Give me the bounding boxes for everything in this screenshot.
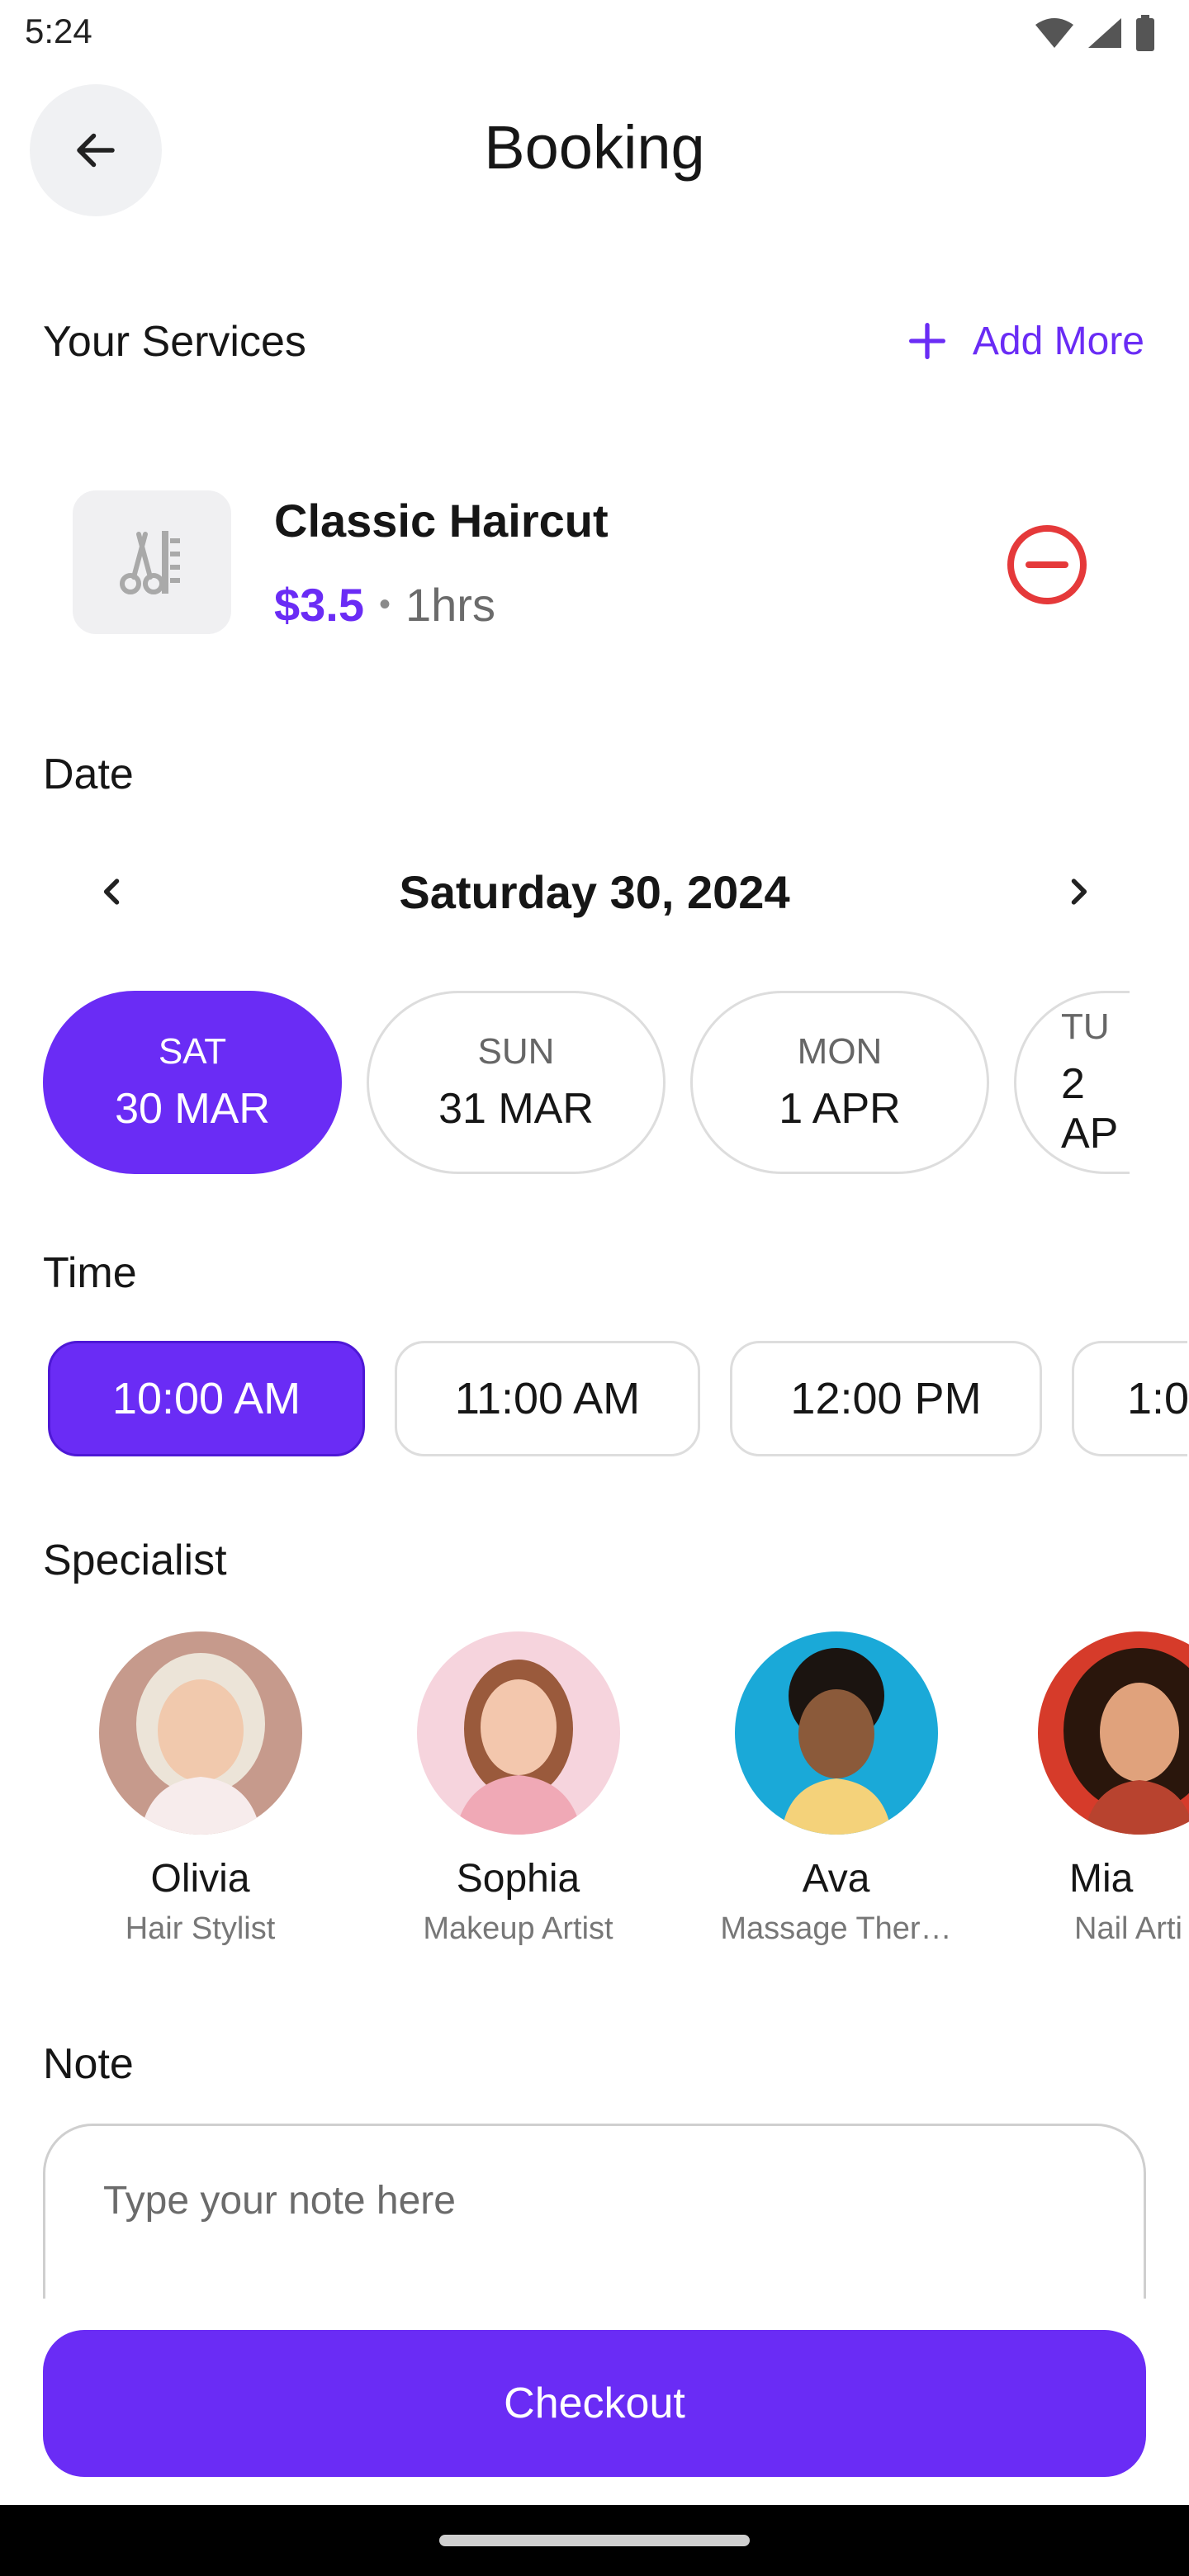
day-of-week: MON <box>797 1031 883 1072</box>
avatar <box>1038 1631 1189 1835</box>
day-chip[interactable]: MON 1 APR <box>690 991 989 1174</box>
service-duration: 1hrs <box>405 579 495 631</box>
specialist-role: Nail Arti <box>1074 1911 1182 1946</box>
day-date: 31 MAR <box>438 1085 594 1133</box>
day-chip[interactable]: SUN 31 MAR <box>367 991 666 1174</box>
add-more-button[interactable]: Add More <box>903 317 1144 365</box>
specialist-name: Ava <box>802 1857 870 1901</box>
specialist-role: Makeup Artist <box>423 1911 613 1946</box>
day-chip[interactable]: TU 2 AP <box>1014 991 1130 1174</box>
time-slot[interactable]: 10:00 AM <box>48 1341 365 1456</box>
status-icons <box>1034 15 1156 51</box>
service-price: $3.5 <box>274 579 364 631</box>
specialist-name: Sophia <box>456 1857 580 1901</box>
day-chip[interactable]: SAT 30 MAR <box>43 991 342 1174</box>
specialist-name: Mia <box>1069 1857 1134 1901</box>
signal-icon <box>1088 18 1121 48</box>
day-date: 30 MAR <box>115 1085 270 1133</box>
next-date-button[interactable] <box>1054 867 1103 916</box>
remove-service-button[interactable] <box>1004 522 1090 608</box>
specialist-card[interactable]: Sophia Makeup Artist <box>359 1631 677 1947</box>
plus-icon <box>908 323 945 359</box>
note-title: Note <box>43 2040 134 2088</box>
chevron-right-icon <box>1071 878 1087 905</box>
day-selector: SAT 30 MAR SUN 31 MAR MON 1 APR TU 2 AP <box>43 991 1130 1174</box>
note-input[interactable] <box>102 2177 1079 2224</box>
day-of-week: SAT <box>158 1031 227 1072</box>
specialist-list: Olivia Hair Stylist Sophia Makeup Artist… <box>41 1631 1189 1947</box>
specialist-card[interactable]: Olivia Hair Stylist <box>41 1631 359 1947</box>
specialist-card[interactable]: Ava Massage Ther… <box>677 1631 995 1947</box>
time-slot[interactable]: 1:0 <box>1072 1341 1189 1456</box>
page-title: Booking <box>484 113 705 182</box>
current-date-label: Saturday 30, 2024 <box>399 866 790 918</box>
avatar <box>98 1631 302 1835</box>
specialist-role: Hair Stylist <box>125 1911 276 1946</box>
day-of-week: TU <box>1061 1006 1110 1047</box>
battery-icon <box>1136 15 1154 51</box>
service-meta: $3.5 • 1hrs <box>274 578 495 632</box>
services-title: Your Services <box>43 318 306 366</box>
add-more-label: Add More <box>972 319 1144 363</box>
status-time: 5:24 <box>25 12 92 50</box>
time-selector: 10:00 AM 11:00 AM 12:00 PM 1:0 <box>48 1341 1189 1456</box>
day-date: 1 APR <box>779 1085 901 1133</box>
specialist-name: Olivia <box>150 1857 250 1901</box>
avatar <box>734 1631 938 1835</box>
time-slot[interactable]: 12:00 PM <box>730 1341 1042 1456</box>
avatar <box>416 1631 620 1835</box>
day-date: 2 AP <box>1061 1060 1119 1158</box>
meta-separator: • <box>379 586 391 623</box>
wifi-icon <box>1035 18 1073 48</box>
checkout-button[interactable]: Checkout <box>43 2330 1146 2477</box>
time-title: Time <box>43 1249 137 1297</box>
time-slot[interactable]: 11:00 AM <box>395 1341 700 1456</box>
specialist-role: Massage Ther… <box>720 1911 952 1946</box>
service-name: Classic Haircut <box>274 495 609 547</box>
minus-circle-icon <box>1007 525 1087 604</box>
date-title: Date <box>43 751 134 798</box>
day-of-week: SUN <box>477 1031 555 1072</box>
specialist-title: Specialist <box>43 1537 227 1584</box>
scissors-icon <box>120 531 180 594</box>
service-thumbnail <box>73 490 231 634</box>
specialist-card[interactable]: Mia Nail Arti <box>995 1631 1189 1947</box>
home-indicator[interactable] <box>439 2535 750 2546</box>
